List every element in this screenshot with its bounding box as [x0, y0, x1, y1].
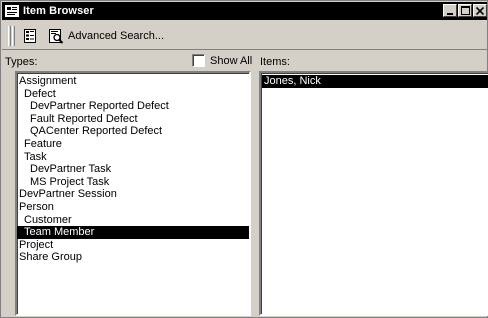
item-browser-window: Item Browser Advanced Search... Types: S… [0, 0, 488, 318]
tree-item[interactable]: Project [19, 239, 53, 252]
title-bar[interactable]: Item Browser [2, 2, 487, 20]
minimize-icon [447, 12, 453, 15]
types-tree[interactable]: Assignment Defect DevPartner Reported Defe… [15, 71, 251, 316]
tree-item[interactable]: Task [24, 151, 47, 164]
tree-item[interactable]: MS Project Task [30, 176, 109, 189]
minimize-button[interactable] [443, 4, 457, 17]
types-label: Types: [5, 56, 38, 68]
tree-item[interactable]: DevPartner Reported Defect [30, 100, 169, 113]
view-toggle-icon [24, 28, 36, 43]
close-button[interactable] [473, 4, 487, 17]
view-toggle-button[interactable] [19, 25, 41, 47]
list-item[interactable]: Jones, Nick [262, 75, 488, 88]
tree-item[interactable]: Feature [24, 138, 62, 151]
search-document-icon [49, 28, 64, 44]
window-title: Item Browser [23, 5, 94, 17]
toolbar-grip-secondary [12, 25, 15, 46]
show-all-checkbox[interactable]: Show All [192, 54, 252, 67]
app-icon [5, 5, 19, 17]
maximize-button[interactable] [458, 4, 472, 17]
items-label: Items: [260, 56, 290, 68]
tree-item[interactable]: Customer [24, 214, 72, 227]
tree-item[interactable]: QACenter Reported Defect [30, 125, 162, 138]
toolbar: Advanced Search... [2, 22, 487, 50]
close-icon [476, 6, 484, 15]
show-all-checkbox-box[interactable] [192, 54, 205, 67]
tree-item[interactable]: Assignment [19, 75, 76, 88]
pane-labels: Types: Show All Items: [2, 52, 487, 70]
advanced-search-button[interactable]: Advanced Search... [45, 25, 167, 47]
tree-item[interactable]: Defect [24, 88, 56, 101]
tree-item[interactable]: Share Group [19, 251, 82, 264]
tree-item[interactable]: Fault Reported Defect [30, 113, 138, 126]
show-all-label: Show All [210, 54, 253, 67]
items-list[interactable]: Jones, Nick [259, 71, 488, 316]
advanced-search-label: Advanced Search... [68, 29, 165, 42]
tree-item[interactable]: Person [19, 201, 54, 214]
toolbar-grip[interactable] [8, 25, 11, 46]
maximize-icon [460, 6, 470, 15]
window-controls [443, 4, 487, 17]
tree-item[interactable]: DevPartner Task [30, 163, 111, 176]
tree-item[interactable]: Team Member [17, 226, 249, 240]
tree-item[interactable]: DevPartner Session [19, 188, 117, 201]
